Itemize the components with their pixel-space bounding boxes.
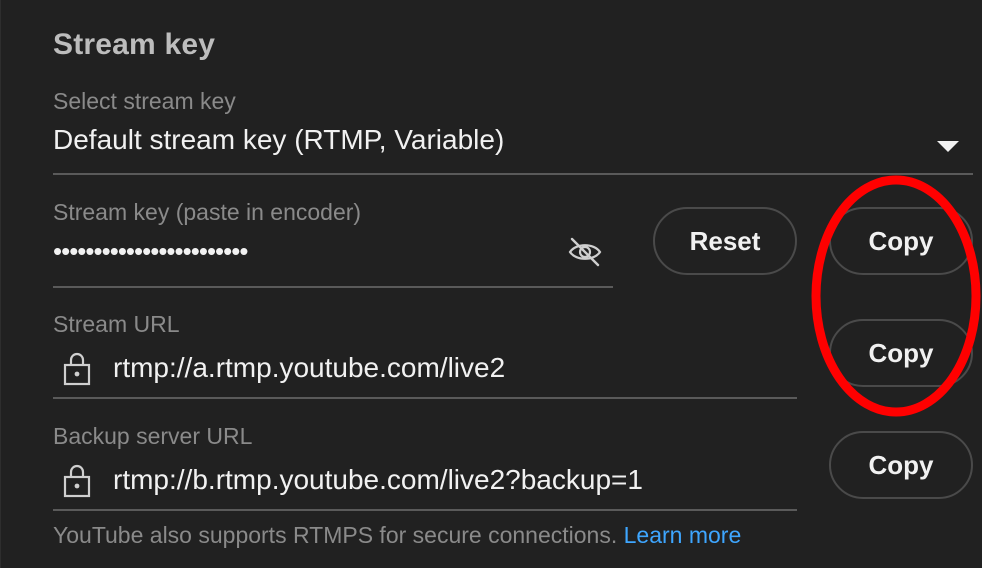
stream-url-label: Stream URL <box>53 311 180 337</box>
stream-url-underline <box>53 397 797 399</box>
lock-icon <box>63 352 91 386</box>
stream-key-field[interactable]: •••••••••••••••••••••••• <box>53 236 248 267</box>
copy-stream-url-button[interactable]: Copy <box>829 319 973 387</box>
rtmps-note: YouTube also supports RTMPS for secure c… <box>53 522 741 549</box>
stream-key-label: Stream key (paste in encoder) <box>53 199 362 225</box>
copy-stream-key-button[interactable]: Copy <box>829 207 973 275</box>
eye-off-icon[interactable] <box>567 236 603 268</box>
stream-key-select[interactable]: Default stream key (RTMP, Variable) <box>53 124 504 156</box>
stream-url-field[interactable]: rtmp://a.rtmp.youtube.com/live2 <box>113 352 505 384</box>
backup-url-label: Backup server URL <box>53 423 253 449</box>
stream-key-panel: Stream key Select stream key Default str… <box>0 0 982 568</box>
section-title: Stream key <box>53 28 216 61</box>
learn-more-link[interactable]: Learn more <box>624 522 742 548</box>
stream-key-underline <box>53 286 613 288</box>
reset-button[interactable]: Reset <box>653 207 797 275</box>
backup-url-underline <box>53 509 797 511</box>
lock-icon <box>63 464 91 498</box>
rtmps-note-text: YouTube also supports RTMPS for secure c… <box>53 522 618 548</box>
dropdown-arrow-icon[interactable] <box>937 141 959 152</box>
select-stream-key-label: Select stream key <box>53 88 236 114</box>
copy-backup-url-button[interactable]: Copy <box>829 431 973 499</box>
backup-url-field[interactable]: rtmp://b.rtmp.youtube.com/live2?backup=1 <box>113 464 643 496</box>
select-underline <box>53 173 973 175</box>
